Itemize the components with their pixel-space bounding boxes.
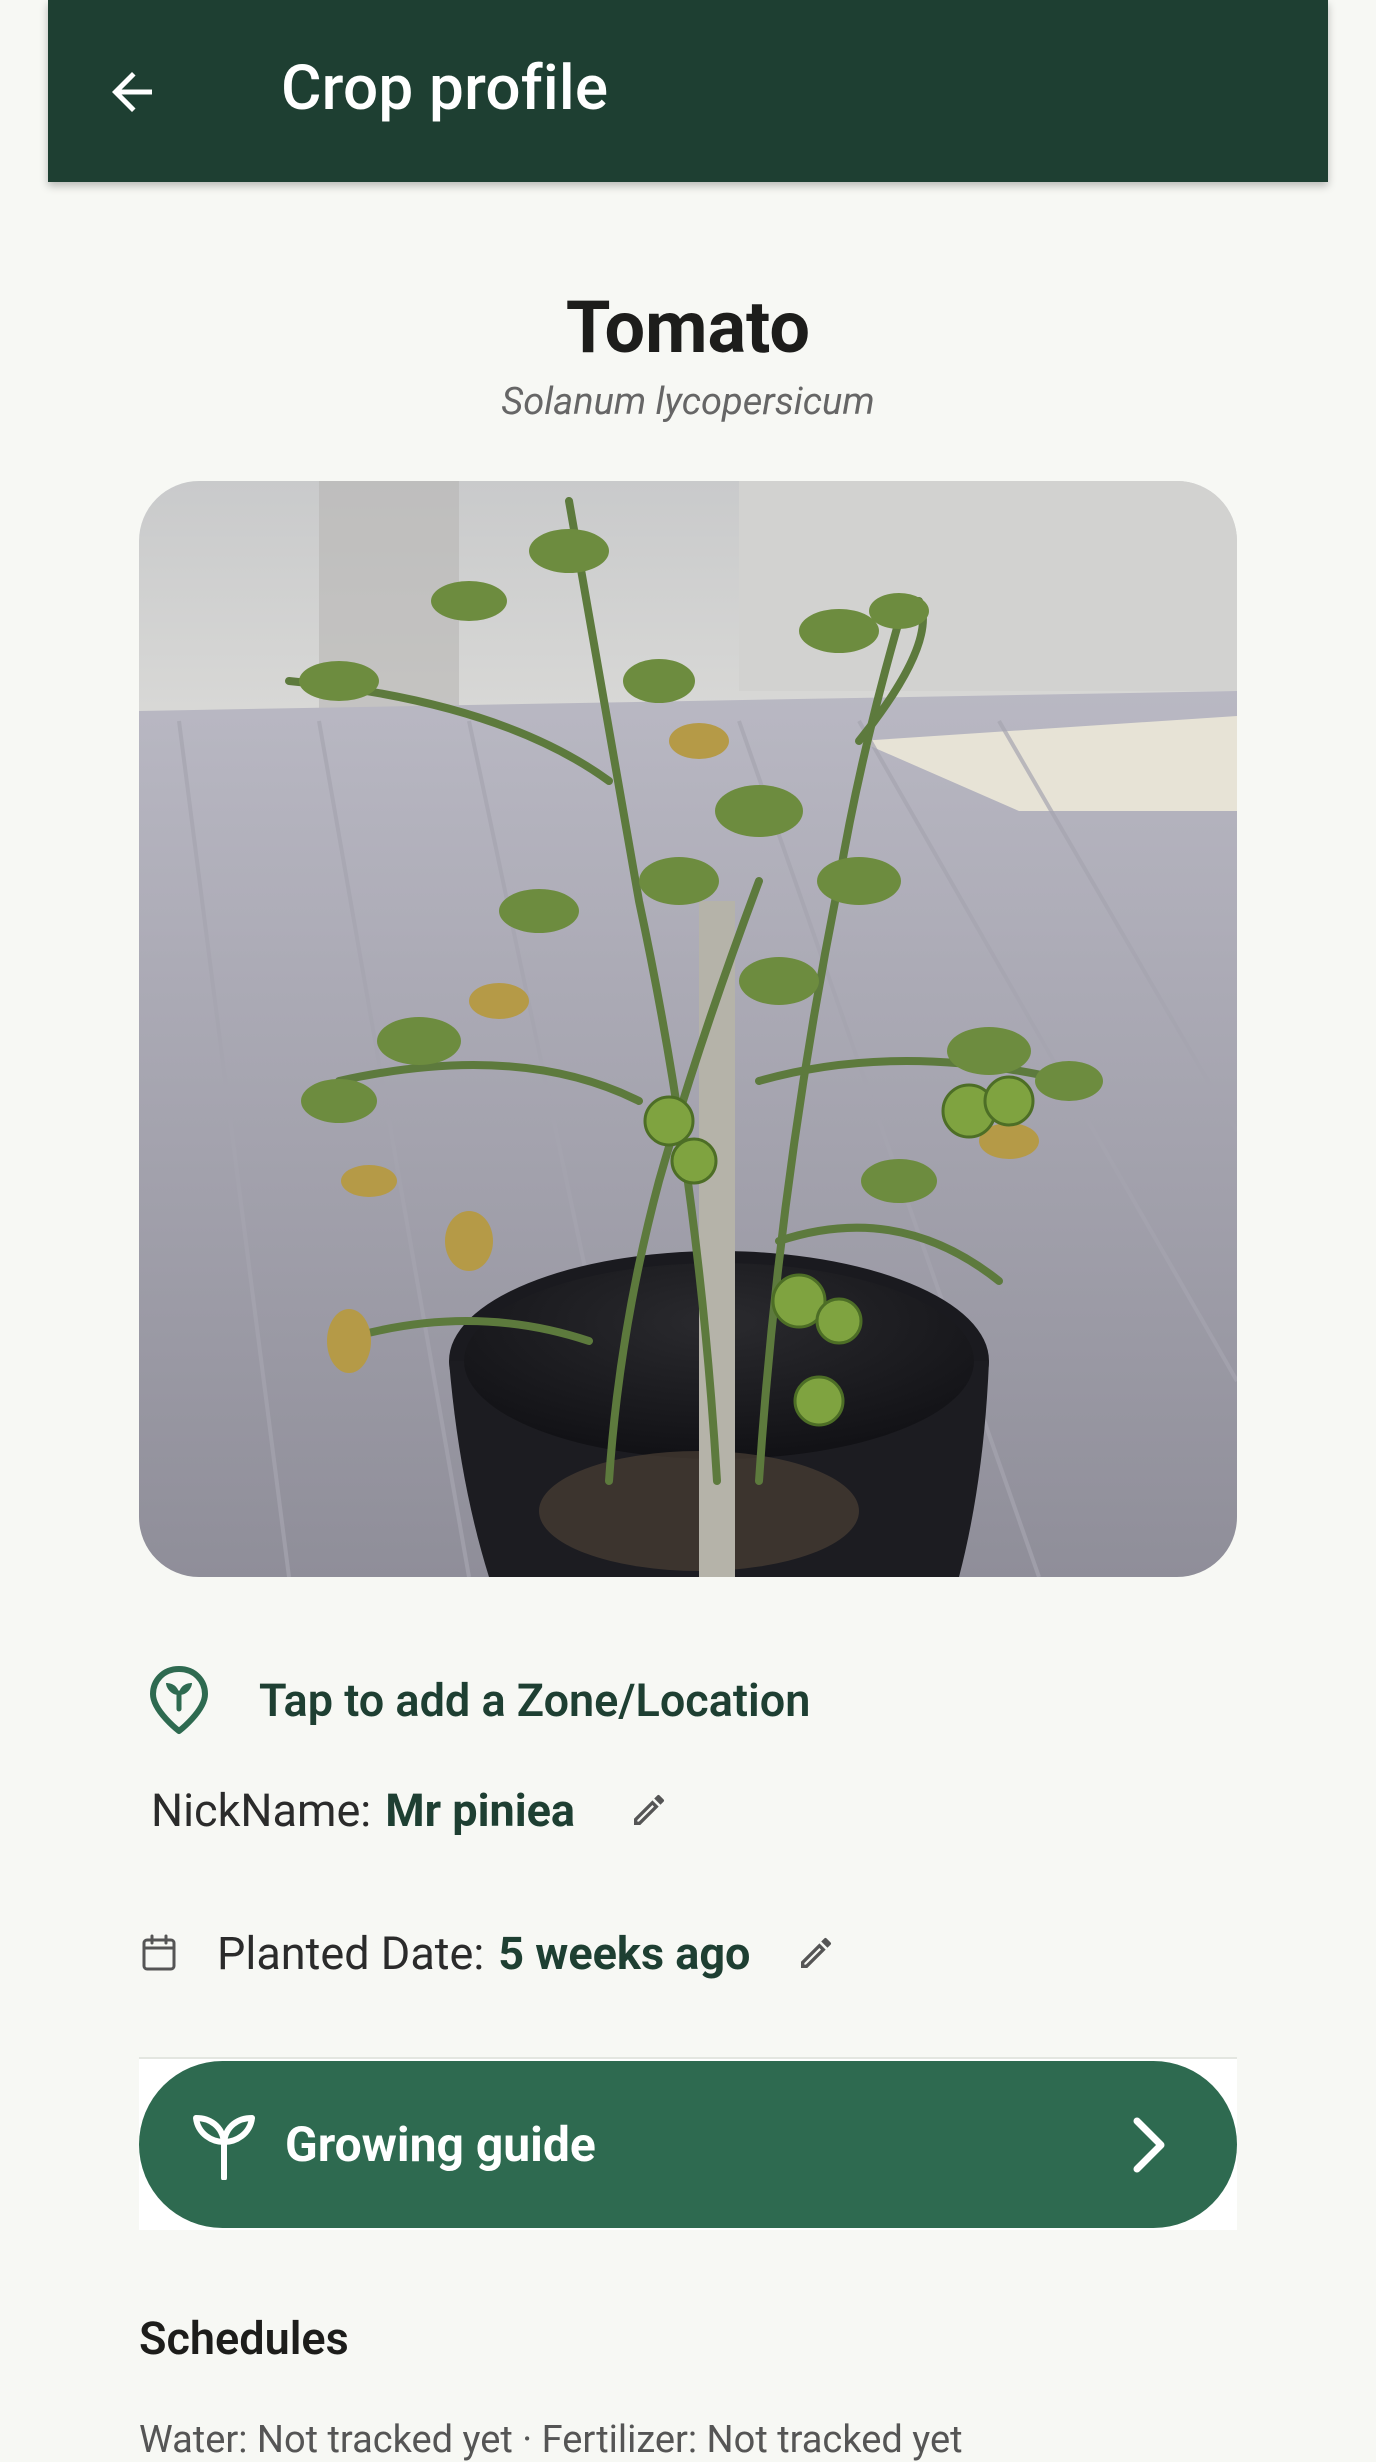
- arrow-left-icon: [102, 62, 162, 126]
- edit-planted-date-button[interactable]: [786, 1923, 846, 1983]
- crop-latin-name: Solanum lycopersicum: [501, 380, 875, 424]
- back-button[interactable]: [96, 58, 168, 130]
- chevron-right-icon: [1119, 2110, 1179, 2180]
- nickname-row: NickName: Mr piniea: [151, 1772, 679, 1848]
- schedules-summary: Water: Not tracked yet · Fertilizer: Not…: [139, 2418, 963, 2462]
- location-pin-sprout-icon: [139, 1660, 219, 1740]
- calendar-icon: [139, 1933, 179, 1973]
- planted-date-label: Planted Date:: [217, 1926, 485, 1980]
- planted-date-value: 5 weeks ago: [498, 1926, 751, 1980]
- schedules-heading: Schedules: [139, 2312, 349, 2365]
- nickname-label: NickName:: [151, 1783, 372, 1837]
- app-bar: Crop profile: [48, 0, 1328, 182]
- pencil-icon: [634, 1794, 665, 1825]
- planted-date-row: Planted Date: 5 weeks ago: [139, 1915, 846, 1991]
- edit-nickname-button[interactable]: [619, 1780, 679, 1840]
- nickname-value: Mr piniea: [385, 1783, 576, 1837]
- crop-name: Tomato: [565, 285, 811, 370]
- zone-location-label: Tap to add a Zone/Location: [259, 1673, 811, 1727]
- pencil-icon: [801, 1937, 832, 1968]
- growing-guide-button[interactable]: Growing guide: [139, 2061, 1237, 2228]
- growing-guide-label: Growing guide: [285, 2116, 596, 2173]
- page-title: Crop profile: [281, 52, 609, 125]
- sprout-icon: [189, 2110, 259, 2180]
- add-zone-location-button[interactable]: Tap to add a Zone/Location: [139, 1655, 810, 1745]
- crop-photo[interactable]: [139, 481, 1237, 1577]
